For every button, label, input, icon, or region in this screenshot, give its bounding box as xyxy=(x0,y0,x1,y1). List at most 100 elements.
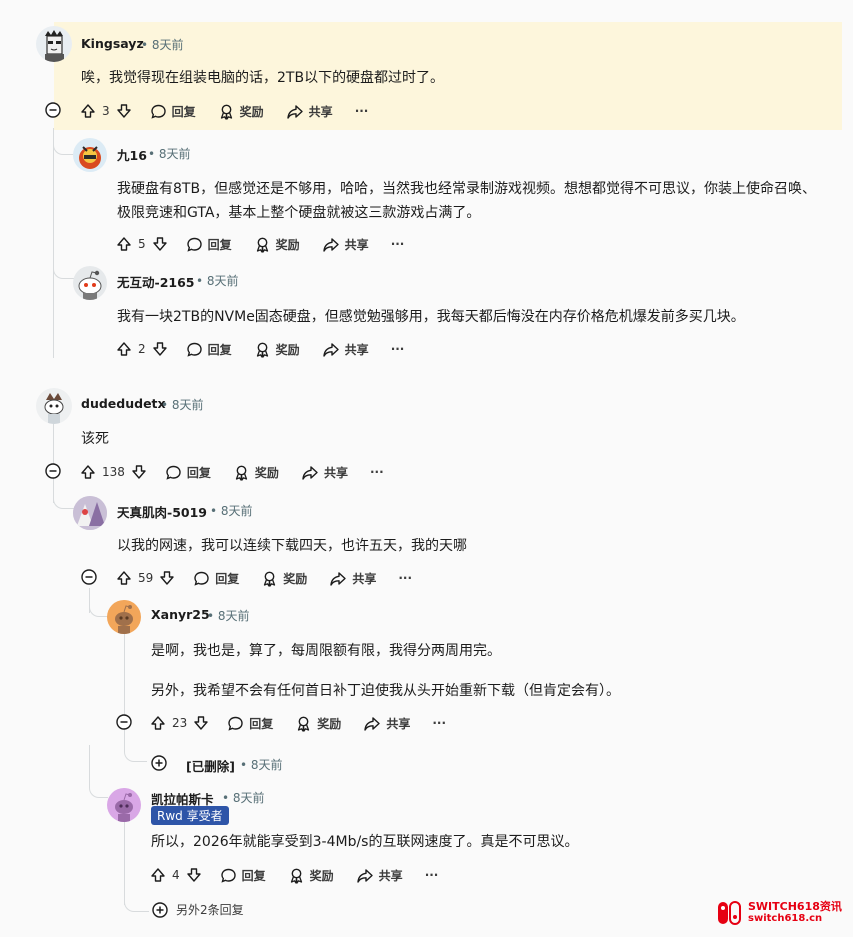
reply-button[interactable]: 回复 xyxy=(165,464,211,481)
upvote-icon[interactable] xyxy=(116,236,132,252)
action-bar: 23 回复 奖励 共享 ··· xyxy=(150,712,468,734)
award-button[interactable]: 奖励 xyxy=(254,341,300,358)
more-options-button[interactable]: ··· xyxy=(370,465,384,479)
more-options-button[interactable]: ··· xyxy=(398,571,412,585)
username[interactable]: Kingsayz xyxy=(81,36,144,51)
more-options-button[interactable]: ··· xyxy=(425,868,439,882)
avatar[interactable] xyxy=(73,496,107,530)
award-button[interactable]: 奖励 xyxy=(218,103,264,120)
more-options-button[interactable]: ··· xyxy=(432,716,446,730)
share-button[interactable]: 共享 xyxy=(329,570,376,587)
timestamp: • 8天前 xyxy=(196,272,239,289)
username[interactable]: Xanyr25 xyxy=(151,607,210,622)
share-label: 共享 xyxy=(378,868,403,883)
more-options-button[interactable]: ··· xyxy=(355,104,369,118)
downvote-icon[interactable] xyxy=(152,236,168,252)
award-icon xyxy=(261,570,278,587)
separator-dot: • xyxy=(148,147,156,161)
reply-button[interactable]: 回复 xyxy=(227,715,273,732)
expand-icon[interactable] xyxy=(151,755,167,771)
reply-icon xyxy=(150,103,167,120)
award-label: 奖励 xyxy=(239,104,264,119)
time-text: 8天前 xyxy=(220,504,253,518)
upvote-icon[interactable] xyxy=(116,570,132,586)
share-icon xyxy=(329,570,347,587)
reply-button[interactable]: 回复 xyxy=(186,341,232,358)
collapse-thread-icon[interactable] xyxy=(81,569,97,585)
reply-label: 回复 xyxy=(241,868,266,883)
time-text: 8天前 xyxy=(206,274,239,288)
share-button[interactable]: 共享 xyxy=(286,103,333,120)
award-icon xyxy=(218,103,235,120)
reply-button[interactable]: 回复 xyxy=(220,867,266,884)
avatar[interactable] xyxy=(107,600,141,634)
more-icon: ··· xyxy=(432,716,447,730)
deleted-user[interactable]: [已删除] xyxy=(186,756,235,775)
reply-button[interactable]: 回复 xyxy=(186,236,232,253)
more-replies-link[interactable]: 另外2条回复 xyxy=(152,901,244,918)
separator-dot: • xyxy=(240,758,248,772)
upvote-icon[interactable] xyxy=(80,103,96,119)
vote-count: 3 xyxy=(102,104,110,118)
upvote-icon[interactable] xyxy=(150,867,166,883)
username[interactable]: 天真肌肉-5019 xyxy=(117,502,207,521)
downvote-icon[interactable] xyxy=(193,715,209,731)
collapse-thread-icon[interactable] xyxy=(116,714,132,730)
share-icon xyxy=(322,236,340,253)
avatar[interactable] xyxy=(73,266,107,300)
downvote-icon[interactable] xyxy=(131,464,147,480)
avatar[interactable] xyxy=(107,788,141,822)
share-button[interactable]: 共享 xyxy=(322,341,369,358)
avatar[interactable] xyxy=(36,388,72,424)
award-button[interactable]: 奖励 xyxy=(233,464,279,481)
comment-text: 是啊，我也是，算了，每周限额有限，我得分两周用完。 xyxy=(151,643,501,659)
award-button[interactable]: 奖励 xyxy=(288,867,334,884)
award-button[interactable]: 奖励 xyxy=(295,715,341,732)
more-replies-label: 另外2条回复 xyxy=(176,903,244,917)
username[interactable]: dudedudetx xyxy=(81,396,166,411)
avatar[interactable] xyxy=(36,26,72,62)
reply-button[interactable]: 回复 xyxy=(150,103,196,120)
upvote-icon[interactable] xyxy=(80,464,96,480)
avatar[interactable] xyxy=(73,138,107,172)
upvote-icon[interactable] xyxy=(116,341,132,357)
reply-button[interactable]: 回复 xyxy=(193,570,239,587)
downvote-icon[interactable] xyxy=(159,570,175,586)
time-text: 8天前 xyxy=(171,398,204,412)
watermark: SWITCH618资讯 switch618.cn xyxy=(716,898,844,928)
vote-count: 23 xyxy=(172,716,188,730)
collapse-thread-icon[interactable] xyxy=(45,463,61,479)
watermark-brand: SWITCH618资讯 xyxy=(748,900,842,913)
collapse-thread-icon[interactable] xyxy=(45,102,61,118)
username[interactable]: 无互动-2165 xyxy=(117,272,194,291)
thread-connector xyxy=(124,733,147,762)
reply-icon xyxy=(186,341,203,358)
comment-text: 以我的网速，我可以连续下载四天，也许五天，我的天哪 xyxy=(117,538,467,554)
username[interactable]: 九16 xyxy=(117,145,147,164)
upvote-icon[interactable] xyxy=(150,715,166,731)
switch-logo-icon xyxy=(718,901,741,925)
award-button[interactable]: 奖励 xyxy=(254,236,300,253)
downvote-icon[interactable] xyxy=(116,103,132,119)
comment-text-paragraph-2: 另外，我希望不会有任何首日补丁迫使我从头开始重新下载（但肯定会有）。 xyxy=(151,683,620,699)
more-options-button[interactable]: ··· xyxy=(391,342,405,356)
vote-controls: 138 xyxy=(80,464,147,480)
award-button[interactable]: 奖励 xyxy=(261,570,307,587)
share-label: 共享 xyxy=(344,342,369,357)
vote-count: 4 xyxy=(172,868,180,882)
timestamp: • 8天前 xyxy=(210,502,253,519)
separator-dot: • xyxy=(207,609,215,623)
more-icon: ··· xyxy=(390,237,405,251)
more-options-button[interactable]: ··· xyxy=(391,237,405,251)
thread-line xyxy=(53,128,54,358)
downvote-icon[interactable] xyxy=(186,867,202,883)
share-button[interactable]: 共享 xyxy=(363,715,410,732)
user-flair: Rwd 享受者 xyxy=(151,806,229,825)
thread-connector xyxy=(53,480,74,509)
share-button[interactable]: 共享 xyxy=(301,464,348,481)
downvote-icon[interactable] xyxy=(152,341,168,357)
share-button[interactable]: 共享 xyxy=(322,236,369,253)
share-button[interactable]: 共享 xyxy=(356,867,403,884)
comment-text: 唉，我觉得现在组装电脑的话，2TB以下的硬盘都过时了。 xyxy=(81,70,445,86)
thread-connector xyxy=(124,885,149,912)
